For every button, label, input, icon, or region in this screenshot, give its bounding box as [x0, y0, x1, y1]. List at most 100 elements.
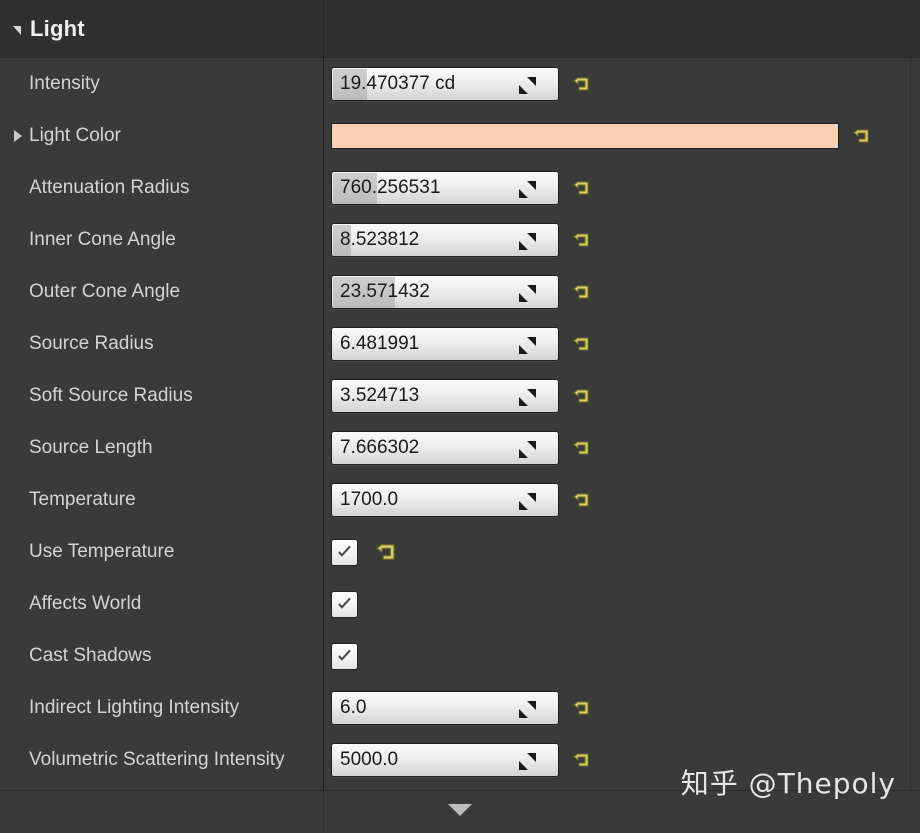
property-row: Source Radius 6.481991 — [0, 318, 920, 370]
number-input[interactable]: 7.666302 — [331, 431, 559, 465]
category-header-light[interactable]: Light — [0, 0, 920, 58]
property-row: Temperature 1700.0 — [0, 474, 920, 526]
property-label: Intensity — [29, 73, 100, 95]
property-value-cell — [323, 110, 920, 162]
number-input[interactable]: 760.256531 — [331, 171, 559, 205]
number-input-value: 6.481991 — [332, 333, 419, 355]
number-input[interactable]: 8.523812 — [331, 223, 559, 257]
property-row: Volumetric Scattering Intensity 5000.0 — [0, 734, 920, 786]
property-label: Affects World — [29, 593, 141, 615]
checkbox[interactable] — [331, 591, 358, 618]
property-row: Affects World — [0, 578, 920, 630]
property-label-cell: Outer Cone Angle — [0, 266, 323, 318]
bottom-column-splitter — [323, 791, 324, 833]
property-row: Intensity 19.470377 cd — [0, 58, 920, 110]
property-value-cell: 6.0 — [323, 682, 920, 734]
property-label-cell: Temperature — [0, 474, 323, 526]
property-label: Source Radius — [29, 333, 154, 355]
number-input[interactable]: 6.481991 — [331, 327, 559, 361]
check-icon — [336, 596, 353, 613]
drag-spinner-icon[interactable] — [519, 233, 536, 250]
checkbox[interactable] — [331, 643, 358, 670]
number-input[interactable]: 23.571432 — [331, 275, 559, 309]
property-label-cell: Cast Shadows — [0, 630, 323, 682]
number-input-value: 3.524713 — [332, 385, 419, 407]
property-label-cell: Soft Source Radius — [0, 370, 323, 422]
number-input[interactable]: 1700.0 — [331, 483, 559, 517]
property-row: Indirect Lighting Intensity 6.0 — [0, 682, 920, 734]
number-input[interactable]: 3.524713 — [331, 379, 559, 413]
property-value-cell: 3.524713 — [323, 370, 920, 422]
property-row: Cast Shadows — [0, 630, 920, 682]
reset-to-default-icon[interactable] — [573, 750, 593, 770]
property-row: Use Temperature — [0, 526, 920, 578]
reset-to-default-icon[interactable] — [573, 178, 593, 198]
light-properties-panel: Light Intensity 19.470377 cd Light Color At… — [0, 0, 920, 833]
drag-spinner-icon[interactable] — [519, 389, 536, 406]
chevron-down-icon[interactable] — [448, 804, 472, 816]
number-input[interactable]: 19.470377 cd — [331, 67, 559, 101]
triangle-right-icon[interactable] — [14, 130, 22, 142]
property-rows: Intensity 19.470377 cd Light Color Attenuat… — [0, 58, 920, 786]
drag-spinner-icon[interactable] — [519, 753, 536, 770]
checkbox[interactable] — [331, 539, 358, 566]
property-label-cell: Intensity — [0, 58, 323, 110]
drag-spinner-icon[interactable] — [519, 285, 536, 302]
number-input[interactable]: 6.0 — [331, 691, 559, 725]
number-input-value: 1700.0 — [332, 489, 398, 511]
reset-to-default-icon[interactable] — [573, 74, 593, 94]
number-input[interactable]: 5000.0 — [331, 743, 559, 777]
property-label-cell: Volumetric Scattering Intensity — [0, 734, 323, 786]
property-row: Source Length7.666302 — [0, 422, 920, 474]
property-label-cell: Use Temperature — [0, 526, 323, 578]
property-label: Outer Cone Angle — [29, 281, 180, 303]
drag-spinner-icon[interactable] — [519, 337, 536, 354]
reset-to-default-icon[interactable] — [573, 490, 593, 510]
reset-to-default-icon[interactable] — [573, 230, 593, 250]
page-title: Light — [30, 16, 85, 42]
reset-to-default-icon[interactable] — [573, 438, 593, 458]
property-value-cell: 760.256531 — [323, 162, 920, 214]
number-input-value: 19.470377 cd — [332, 73, 455, 95]
property-value-cell — [323, 578, 920, 630]
drag-spinner-icon[interactable] — [519, 181, 536, 198]
property-label-cell: Light Color — [0, 110, 323, 162]
color-swatch[interactable] — [331, 123, 839, 149]
property-value-cell: 1700.0 — [323, 474, 920, 526]
property-value-cell: 6.481991 — [323, 318, 920, 370]
check-icon — [336, 648, 353, 665]
property-value-cell — [323, 526, 920, 578]
reset-to-default-icon[interactable] — [573, 698, 593, 718]
property-value-cell: 7.666302 — [323, 422, 920, 474]
property-value-cell: 5000.0 — [323, 734, 920, 786]
property-label-cell: Affects World — [0, 578, 323, 630]
property-label: Volumetric Scattering Intensity — [29, 749, 285, 771]
check-icon — [336, 544, 353, 561]
property-label: Indirect Lighting Intensity — [29, 697, 239, 719]
drag-spinner-icon[interactable] — [519, 493, 536, 510]
property-label-cell: Source Radius — [0, 318, 323, 370]
reset-to-default-icon[interactable] — [573, 334, 593, 354]
property-row: Light Color — [0, 110, 920, 162]
property-label: Use Temperature — [29, 541, 174, 563]
property-label: Light Color — [29, 125, 121, 147]
reset-to-default-icon[interactable] — [853, 126, 873, 146]
drag-spinner-icon[interactable] — [519, 441, 536, 458]
reset-to-default-icon[interactable] — [376, 540, 400, 564]
property-label: Attenuation Radius — [29, 177, 190, 199]
bottom-bar — [0, 790, 920, 833]
property-label-cell: Attenuation Radius — [0, 162, 323, 214]
property-row: Attenuation Radius 760.256531 — [0, 162, 920, 214]
number-input-value: 760.256531 — [332, 177, 440, 199]
property-label: Soft Source Radius — [29, 385, 193, 407]
drag-spinner-icon[interactable] — [519, 77, 536, 94]
reset-to-default-icon[interactable] — [573, 282, 593, 302]
property-value-cell: 8.523812 — [323, 214, 920, 266]
drag-spinner-icon[interactable] — [519, 701, 536, 718]
property-label: Temperature — [29, 489, 136, 511]
number-input-value: 23.571432 — [332, 281, 430, 303]
property-row: Outer Cone Angle 23.571432 — [0, 266, 920, 318]
reset-to-default-icon[interactable] — [573, 386, 593, 406]
property-value-cell: 23.571432 — [323, 266, 920, 318]
triangle-down-icon[interactable] — [13, 26, 21, 35]
